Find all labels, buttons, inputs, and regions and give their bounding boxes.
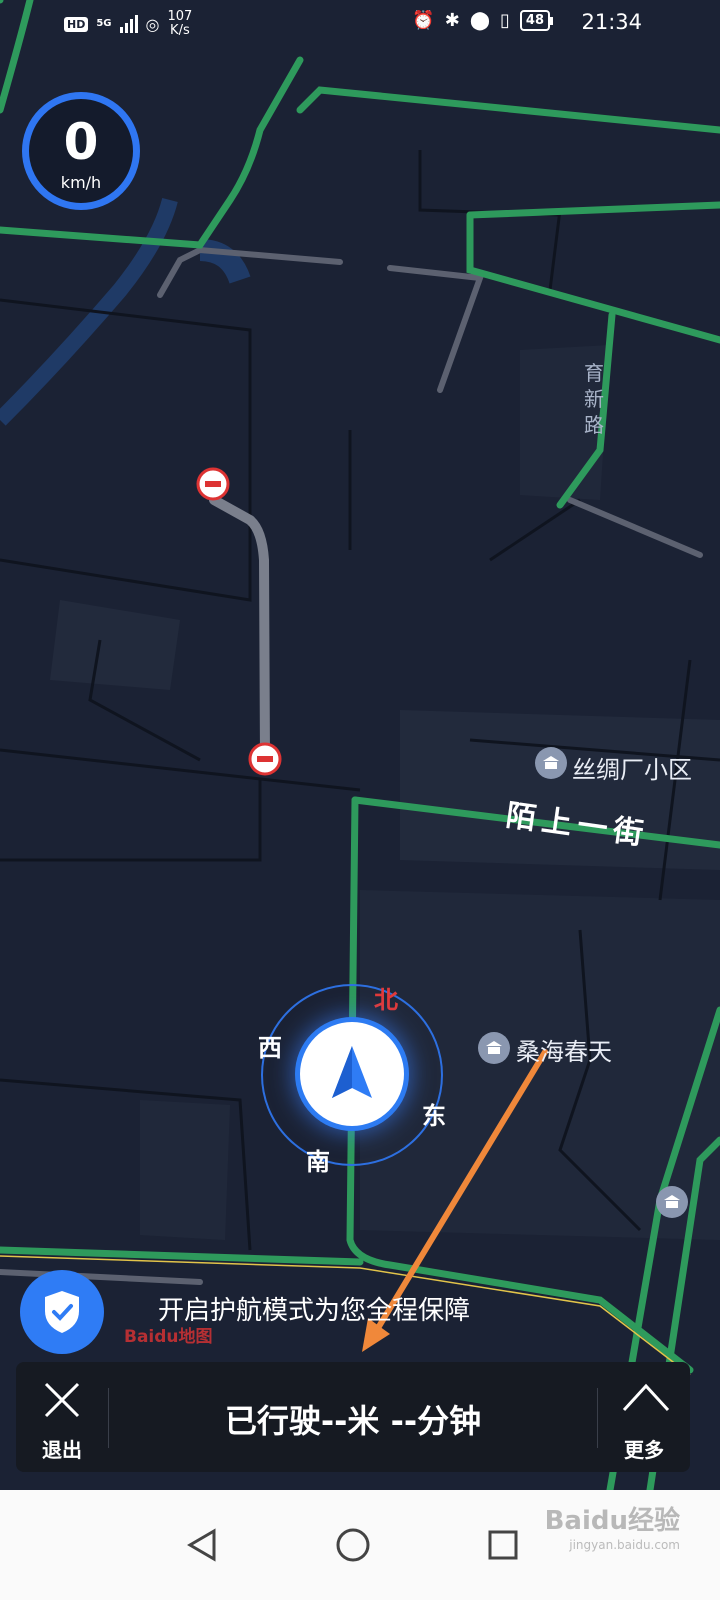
home-circle-icon — [336, 1528, 370, 1562]
bluetooth-icon: ✱ — [444, 10, 460, 31]
poi-label-sichouchang[interactable]: 丝绸厂小区 — [572, 750, 692, 785]
shield-check-icon — [45, 1291, 79, 1333]
recents-square-icon — [488, 1530, 518, 1560]
hotspot-icon: ◎ — [145, 14, 160, 34]
status-bar: HD 5G ◎ 107 K/s ⏰ ✱ ⬤ ▯ 48 21:34 — [0, 0, 720, 48]
exit-label: 退出 — [42, 1438, 82, 1462]
hd-badge: HD — [64, 16, 89, 32]
alarm-icon: ⏰ — [412, 10, 435, 31]
chevron-up-icon — [622, 1383, 670, 1412]
building-icon[interactable] — [656, 1186, 688, 1218]
exit-button[interactable]: 退出 — [16, 1362, 108, 1472]
speedometer: 0 km/h — [22, 92, 140, 210]
network-type: 5G — [96, 18, 112, 29]
recents-button[interactable] — [468, 1510, 538, 1580]
battery-icon: 48 — [519, 10, 554, 31]
home-button[interactable] — [318, 1510, 388, 1580]
more-button[interactable]: 更多 — [598, 1362, 690, 1472]
building-icon[interactable] — [535, 747, 567, 779]
compass-south: 南 — [306, 1148, 330, 1176]
guardian-mode-button[interactable] — [20, 1270, 104, 1354]
speed-value: 0 — [63, 113, 99, 171]
trip-info: 已行驶--米 --分钟 — [224, 1402, 482, 1440]
net-speed: 107 K/s — [167, 10, 192, 38]
watermark-main: Baidu经验 — [544, 1506, 680, 1536]
back-button[interactable] — [168, 1510, 238, 1580]
vibrate-icon: ▯ — [500, 10, 510, 31]
status-right: ⏰ ✱ ⬤ ▯ 48 — [412, 10, 554, 31]
compass-east: 东 — [422, 1102, 446, 1130]
current-location-marker[interactable] — [300, 1022, 404, 1126]
compass-north: 北 — [374, 986, 398, 1014]
location-icon: ⬤ — [469, 10, 490, 31]
net-speed-value: 107 — [167, 9, 193, 24]
watermark-sub: jingyan.baidu.com — [569, 1538, 680, 1552]
system-navigation-bar: Baidu经验 jingyan.baidu.com — [0, 1490, 720, 1600]
back-triangle-icon — [187, 1528, 216, 1562]
speed-unit: km/h — [60, 173, 102, 192]
navigation-bottom-bar: 退出 已行驶--米 --分钟 更多 — [16, 1362, 690, 1472]
more-label: 更多 — [624, 1438, 664, 1462]
signal-icon — [119, 15, 138, 33]
baidu-map-logo: Baidu地图 — [124, 1327, 213, 1347]
building-icon[interactable] — [478, 1032, 510, 1064]
close-icon — [44, 1382, 80, 1418]
net-speed-unit: K/s — [170, 23, 190, 38]
compass-west: 西 — [258, 1034, 282, 1062]
poi-label-sanghai[interactable]: 桑海春天 — [516, 1032, 612, 1067]
status-left: HD 5G ◎ 107 K/s — [64, 10, 192, 38]
navigation-arrow-icon — [332, 1046, 372, 1098]
road-label-yuxin: 育新路 — [584, 361, 604, 437]
clock: 21:34 — [581, 10, 642, 34]
